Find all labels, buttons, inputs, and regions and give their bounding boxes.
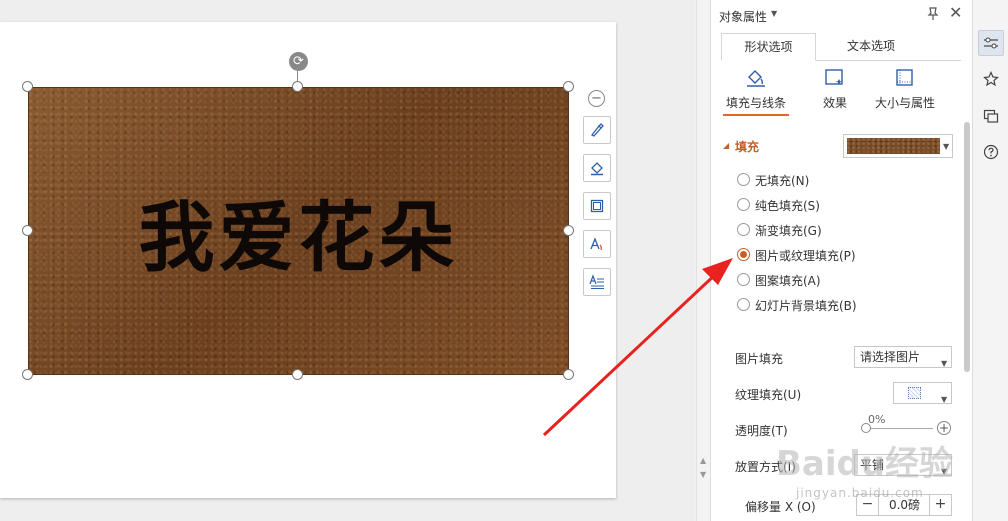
scroll-up-icon[interactable]: ▲ — [700, 456, 706, 465]
shape-style-button[interactable] — [583, 116, 611, 144]
resize-handle-bottom[interactable] — [292, 369, 303, 380]
increment-button[interactable]: + — [929, 495, 951, 515]
fill-section-header[interactable]: ◢ 填充 ▼ — [723, 134, 953, 159]
chevron-down-icon: ▼ — [943, 142, 950, 151]
right-task-pane-strip — [972, 0, 1008, 521]
resize-handle-top-left[interactable] — [22, 81, 33, 92]
fill-swatch-dropdown[interactable]: ▼ — [843, 134, 953, 158]
animation-pane-button[interactable] — [978, 66, 1004, 92]
subtab-size-and-properties[interactable]: 大小与属性 — [869, 66, 941, 116]
close-icon[interactable]: ✕ — [949, 5, 962, 21]
radio-button[interactable] — [737, 173, 750, 186]
layout-icon — [983, 109, 999, 123]
properties-pane-button[interactable] — [978, 30, 1004, 56]
fill-section-title: 填充 — [735, 140, 760, 154]
help-icon — [983, 144, 999, 160]
main-tabs: 形状选项 文本选项 — [721, 33, 961, 61]
collapse-toolbar-icon[interactable]: − — [588, 90, 605, 107]
pin-icon[interactable] — [925, 6, 941, 22]
chevron-down-icon: ▼ — [941, 359, 948, 368]
offset-x-stepper[interactable]: − 0.0磅 + — [856, 494, 952, 516]
subtab-effect[interactable]: 效果 — [809, 66, 861, 116]
star-icon — [983, 71, 999, 87]
radio-button[interactable] — [737, 298, 750, 311]
panel-header: 对象属性 ▼ ✕ — [711, 0, 972, 30]
radio-button[interactable] — [737, 223, 750, 236]
picture-fill-label: 图片填充 — [735, 352, 784, 366]
chevron-down-icon: ▼ — [941, 467, 948, 476]
paint-bucket-icon — [747, 70, 765, 87]
text-wrap-button[interactable] — [583, 268, 611, 296]
shape-fill-button[interactable] — [583, 154, 611, 182]
subtab-effect-label: 效果 — [822, 96, 847, 110]
decrement-button[interactable]: − — [857, 495, 879, 515]
subtab-fill-label: 填充与线条 — [725, 96, 786, 110]
resize-handle-top[interactable] — [292, 81, 303, 92]
opacity-increase-icon[interactable]: + — [937, 421, 951, 435]
radio-button[interactable] — [737, 273, 750, 286]
text-align-icon — [589, 274, 604, 289]
panel-scrollbar-thumb[interactable] — [964, 122, 970, 372]
opacity-value: 0% — [868, 413, 886, 426]
radio-button-checked[interactable] — [737, 248, 750, 261]
canvas-scrollbar[interactable]: ▲ ▼ — [696, 0, 710, 521]
radio-button[interactable] — [737, 198, 750, 211]
panel-scrollbar[interactable] — [963, 118, 971, 521]
tile-mode-label: 放置方式(I) — [735, 460, 796, 474]
slide-canvas-area: ⟳ 我爱花朵 − — [0, 0, 695, 521]
opacity-slider-track[interactable] — [863, 428, 933, 429]
resize-handle-bottom-left[interactable] — [22, 369, 33, 380]
texture-fill-select[interactable]: ▼ — [893, 382, 952, 404]
chevron-down-icon[interactable]: ▼ — [771, 9, 777, 18]
effect-icon — [825, 69, 843, 85]
tile-mode-select[interactable]: 平铺 ▼ — [854, 454, 952, 476]
slide-layout-button[interactable] — [978, 103, 1004, 129]
offset-x-value[interactable]: 0.0磅 — [880, 495, 929, 515]
offset-x-label: 偏移量 X (O) — [745, 500, 816, 514]
opacity-label: 透明度(T) — [735, 424, 788, 438]
fill-swatch-preview — [847, 138, 940, 154]
brush-icon — [591, 123, 604, 137]
text-shape-leather-fill[interactable]: 我爱花朵 — [28, 87, 569, 375]
object-properties-panel: 对象属性 ▼ ✕ 形状选项 文本选项 填充与线条 效果 大小与属性 ◢ 填充 ▼ — [710, 0, 972, 521]
opacity-slider-thumb[interactable] — [861, 423, 871, 433]
chevron-down-icon: ▼ — [941, 395, 948, 404]
help-button[interactable] — [978, 139, 1004, 165]
sliders-icon — [984, 37, 998, 49]
slide[interactable]: ⟳ 我爱花朵 — [0, 22, 616, 498]
text-color-icon — [590, 237, 602, 251]
resize-handle-left[interactable] — [22, 225, 33, 236]
resize-handle-top-right[interactable] — [563, 81, 574, 92]
subtab-fill-and-line[interactable]: 填充与线条 — [723, 66, 789, 116]
outline-icon — [590, 199, 604, 213]
fill-bucket-icon — [591, 162, 603, 176]
texture-fill-label: 纹理填充(U) — [735, 388, 802, 402]
collapse-triangle-icon[interactable]: ◢ — [723, 141, 729, 150]
shape-outline-button[interactable] — [583, 192, 611, 220]
tab-shape-options[interactable]: 形状选项 — [721, 33, 816, 61]
sub-tabs: 填充与线条 效果 大小与属性 — [721, 66, 961, 118]
subtab-size-label: 大小与属性 — [874, 96, 935, 110]
resize-handle-bottom-right[interactable] — [563, 369, 574, 380]
shape-text[interactable]: 我爱花朵 — [29, 88, 568, 374]
rotate-handle[interactable]: ⟳ — [289, 52, 308, 71]
size-icon — [896, 69, 913, 86]
scroll-down-icon[interactable]: ▼ — [700, 470, 706, 479]
panel-title[interactable]: 对象属性 — [719, 8, 767, 25]
picture-fill-select[interactable]: 请选择图片 ▼ — [854, 346, 952, 368]
tab-text-options[interactable]: 文本选项 — [826, 33, 916, 61]
text-fill-button[interactable] — [583, 230, 611, 258]
resize-handle-right[interactable] — [563, 225, 574, 236]
texture-pattern-icon — [908, 387, 921, 399]
